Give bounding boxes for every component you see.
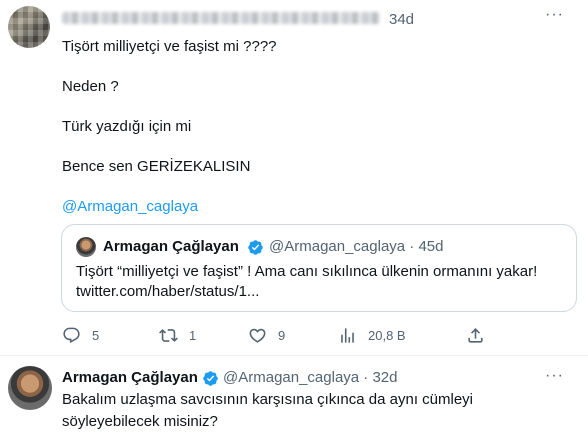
more-icon[interactable]: ··· [545,7,564,23]
like-button[interactable]: 9 [248,318,285,352]
share-icon [468,327,483,343]
verified-icon [203,371,218,386]
reply-text-line: söyleyebilecek misiniz? [62,413,218,430]
retweet-button[interactable]: 1 [159,318,196,352]
reply-text-line: Bakalım uzlaşma savcısının karşısına çık… [62,391,473,408]
tweet-text-line: Bence sen GERİZEKALISIN [62,158,251,175]
quote-link-text: twitter.com/haber/status/1... [76,283,260,300]
avatar[interactable] [8,6,50,48]
more-icon[interactable]: ··· [545,368,564,384]
tweet-timestamp[interactable]: 34d [389,11,414,28]
share-button[interactable] [466,318,485,352]
tweet-text-line: Neden ? [62,78,119,95]
quote-text-line: Tişört “milliyetçi ve faşist” ! Ama canı… [76,263,538,280]
retweet-count: 1 [189,327,197,343]
reply-button[interactable]: 5 [62,318,99,352]
views-icon [341,327,354,343]
author-name[interactable]: Armagan Çağlayan [62,369,198,386]
views-count: 20,8 B [368,327,406,343]
mention-link[interactable]: @Armagan_caglaya [62,198,198,215]
views-button[interactable]: 20,8 B [338,318,406,352]
quote-avatar [76,237,96,257]
tweet-actions: 5 1 9 20,8 B [62,318,492,352]
retweet-icon [159,328,178,342]
reply-tweet[interactable]: Armagan Çağlayan @Armagan_caglaya · 32d … [0,357,588,441]
blurred-username [62,12,380,24]
tweet[interactable]: 34d ··· Tişört milliyetçi ve faşist mi ?… [0,0,588,356]
avatar[interactable] [8,366,52,410]
like-icon [249,328,266,343]
reply-count: 5 [92,327,100,343]
verified-icon [248,240,263,255]
tweet-text-line: Türk yazdığı için mi [62,118,192,135]
author-handle-time[interactable]: @Armagan_caglaya · 32d [223,369,398,386]
quote-handle-time: @Armagan_caglaya · 45d [269,238,444,255]
quoted-tweet[interactable]: Armagan Çağlayan @Armagan_caglaya · 45d … [61,224,577,312]
quote-author-name: Armagan Çağlayan [103,238,239,255]
like-count: 9 [278,327,286,343]
reply-icon [63,327,80,343]
tweet-text-line: Tişört milliyetçi ve faşist mi ???? [62,38,277,55]
